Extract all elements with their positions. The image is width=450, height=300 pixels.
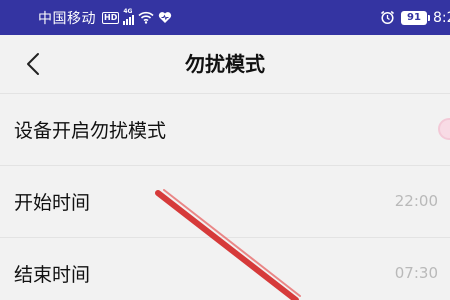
signal-icon: 4G [123, 7, 135, 25]
chevron-left-icon[interactable] [22, 51, 46, 77]
phone-screen: 中国移动 HD 4G 91 8: 勿扰模式 设备开启勿扰模式 开始时间 22:0… [0, 0, 450, 300]
end-time-value: 07:30 [394, 264, 438, 282]
page-title: 勿扰模式 [185, 52, 265, 76]
dnd-label: 设备开启勿扰模式 [14, 120, 167, 142]
start-time-value: 22:00 [394, 192, 438, 210]
status-right: 91 8:2 [380, 0, 450, 35]
start-time-row[interactable]: 开始时间 22:00 [0, 165, 450, 237]
status-bar: 中国移动 HD 4G 91 8: [0, 0, 450, 35]
dnd-toggle[interactable] [438, 118, 450, 140]
battery-icon: 91 [401, 10, 430, 25]
network-type-label: 4G [123, 7, 133, 15]
heart-icon [159, 12, 172, 23]
toggle-knob [440, 120, 450, 138]
start-time-label: 开始时间 [14, 192, 91, 214]
alarm-icon [381, 10, 394, 25]
end-time-label: 结束时间 [14, 264, 91, 286]
hd-icon: HD [102, 11, 120, 24]
dnd-toggle-row[interactable]: 设备开启勿扰模式 [0, 93, 450, 165]
status-time: 8:2 [433, 9, 450, 26]
carrier-name: 中国移动 [38, 10, 96, 27]
settings-list: 设备开启勿扰模式 开始时间 22:00 结束时间 07:30 [0, 93, 450, 300]
title-bar: 勿扰模式 [0, 35, 450, 93]
status-left: 中国移动 HD 4G [38, 0, 172, 35]
wifi-icon [138, 11, 154, 24]
end-time-row[interactable]: 结束时间 07:30 [0, 237, 450, 300]
